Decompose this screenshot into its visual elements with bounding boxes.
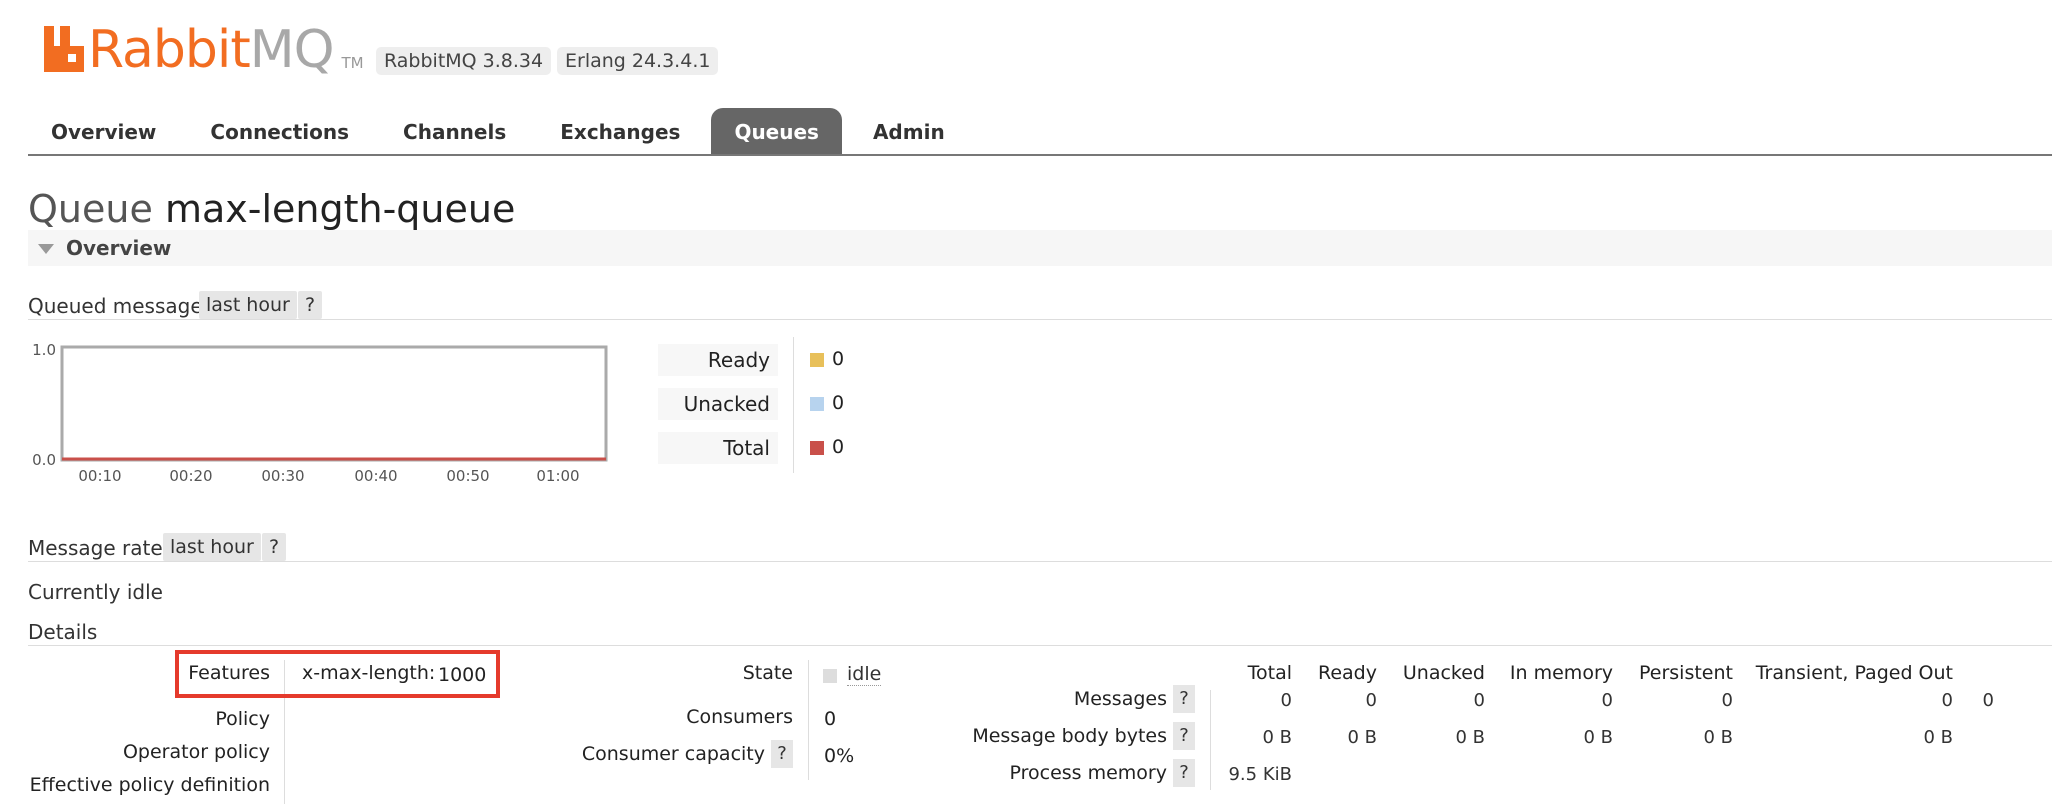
- legend-unacked-swatch: [810, 397, 824, 411]
- collapse-triangle-icon: [38, 244, 54, 254]
- messages-ready: 0: [1365, 690, 1377, 711]
- messages-row-label: Messages: [1073, 688, 1167, 710]
- features-highlight-box: [175, 650, 500, 698]
- legend-ready-value: 0: [832, 348, 845, 370]
- process-memory-value: 9.5 KiB: [1228, 764, 1292, 785]
- column-header: In memory: [1509, 662, 1613, 684]
- process-memory-help-button[interactable]: ?: [1173, 759, 1195, 787]
- x-tick-label: 00:40: [354, 467, 397, 485]
- state-indicator: [823, 669, 837, 683]
- x-tick-label: 00:20: [169, 467, 212, 485]
- rabbitmq-logo[interactable]: RabbitMQ TM: [44, 20, 364, 76]
- x-tick-label: 00:50: [446, 467, 489, 485]
- messages-unacked: 0: [1473, 690, 1485, 711]
- main-nav-tabs: Overview Connections Channels Exchanges …: [28, 108, 968, 155]
- messages-help-button[interactable]: ?: [1173, 685, 1195, 713]
- overview-section-header[interactable]: Overview: [28, 230, 2052, 266]
- page-title-prefix: Queue: [28, 187, 153, 231]
- tab-queues[interactable]: Queues: [711, 108, 842, 155]
- effective-policy-label: Effective policy definition: [29, 774, 270, 796]
- consumers-label: Consumers: [686, 706, 793, 728]
- bytes-total: 0 B: [1262, 727, 1292, 748]
- legend-ready-swatch: [810, 353, 824, 367]
- logo-rabbit-text: Rabbit: [88, 20, 251, 80]
- consumer-capacity-value: 0%: [824, 745, 855, 767]
- queue-name: max-length-queue: [164, 187, 516, 231]
- process-memory-label: Process memory: [1009, 762, 1167, 784]
- legend-ready-label: Ready: [658, 344, 778, 376]
- legend-total-value: 0: [832, 436, 845, 458]
- message-rates-range-button[interactable]: last hour: [163, 533, 261, 561]
- queued-messages-chart: 1.0 0.0 00:10 00:20 00:30 00:40 00:50 01…: [32, 341, 608, 485]
- messages-in-memory: 0: [1601, 690, 1613, 711]
- page-title: Queue max-length-queue: [28, 186, 515, 232]
- y-tick-label: 0.0: [32, 451, 56, 469]
- bytes-unacked: 0 B: [1455, 727, 1485, 748]
- message-body-bytes-help-button[interactable]: ?: [1173, 722, 1195, 750]
- column-header: Ready: [1318, 662, 1377, 684]
- logo-tm: TM: [341, 54, 364, 72]
- erlang-version-badge: Erlang 24.3.4.1: [557, 47, 719, 75]
- bytes-in-memory: 0 B: [1583, 727, 1613, 748]
- legend-total-swatch: [810, 441, 824, 455]
- messages-total: 0: [1280, 690, 1292, 711]
- logo-mq-text: MQ: [249, 20, 335, 80]
- details-divider: [28, 645, 2052, 646]
- x-tick-label: 01:00: [536, 467, 579, 485]
- message-body-bytes-label: Message body bytes: [972, 725, 1167, 747]
- message-rates-divider: [28, 561, 2052, 562]
- y-tick-label: 1.0: [32, 341, 56, 359]
- messages-paged-out: 0: [1982, 690, 1994, 711]
- column-header: Persistent: [1639, 662, 1733, 684]
- legend-unacked-value: 0: [832, 392, 845, 414]
- queued-messages-divider: [28, 319, 2052, 320]
- bytes-persistent: 0 B: [1703, 727, 1733, 748]
- queued-messages-range-button[interactable]: last hour: [199, 291, 297, 319]
- column-header: Transient, Paged Out: [1755, 662, 1953, 684]
- message-rates-label: Message rates: [28, 536, 174, 560]
- policy-label: Policy: [215, 708, 270, 730]
- chart-plot-area: [60, 345, 608, 462]
- overview-section-label: Overview: [66, 236, 172, 260]
- legend-unacked-label: Unacked: [658, 388, 778, 420]
- queued-messages-label: Queued messages: [28, 294, 214, 318]
- state-label: State: [742, 662, 793, 684]
- bytes-ready: 0 B: [1347, 727, 1377, 748]
- tab-overview[interactable]: Overview: [28, 108, 179, 155]
- rabbit-logo-icon: [44, 26, 84, 72]
- x-tick-label: 00:30: [261, 467, 304, 485]
- tab-channels[interactable]: Channels: [380, 108, 529, 155]
- messages-persistent: 0: [1721, 690, 1733, 711]
- tab-admin[interactable]: Admin: [850, 108, 968, 155]
- tab-connections[interactable]: Connections: [187, 108, 372, 155]
- queued-messages-help-button[interactable]: ?: [298, 291, 323, 319]
- operator-policy-label: Operator policy: [122, 741, 270, 763]
- bytes-transient: 0 B: [1923, 727, 1953, 748]
- consumer-capacity-label: Consumer capacity: [581, 743, 765, 765]
- currently-idle-text: Currently idle: [28, 580, 163, 604]
- x-tick-label: 00:10: [78, 467, 121, 485]
- message-rates-help-button[interactable]: ?: [262, 533, 287, 561]
- legend-separator: [793, 337, 794, 473]
- column-header: Unacked: [1402, 662, 1485, 684]
- messages-transient: 0: [1941, 690, 1953, 711]
- consumer-capacity-help-button[interactable]: ?: [771, 740, 793, 768]
- details-label: Details: [28, 620, 98, 644]
- tab-divider: [28, 154, 2052, 156]
- rabbitmq-version-badge: RabbitMQ 3.8.34: [376, 47, 552, 75]
- consumers-value: 0: [824, 708, 837, 730]
- legend-total-label: Total: [658, 432, 778, 464]
- column-header: Total: [1247, 662, 1292, 684]
- details-middle-separator: [808, 660, 809, 780]
- tab-exchanges[interactable]: Exchanges: [537, 108, 703, 155]
- state-value[interactable]: idle: [847, 663, 882, 686]
